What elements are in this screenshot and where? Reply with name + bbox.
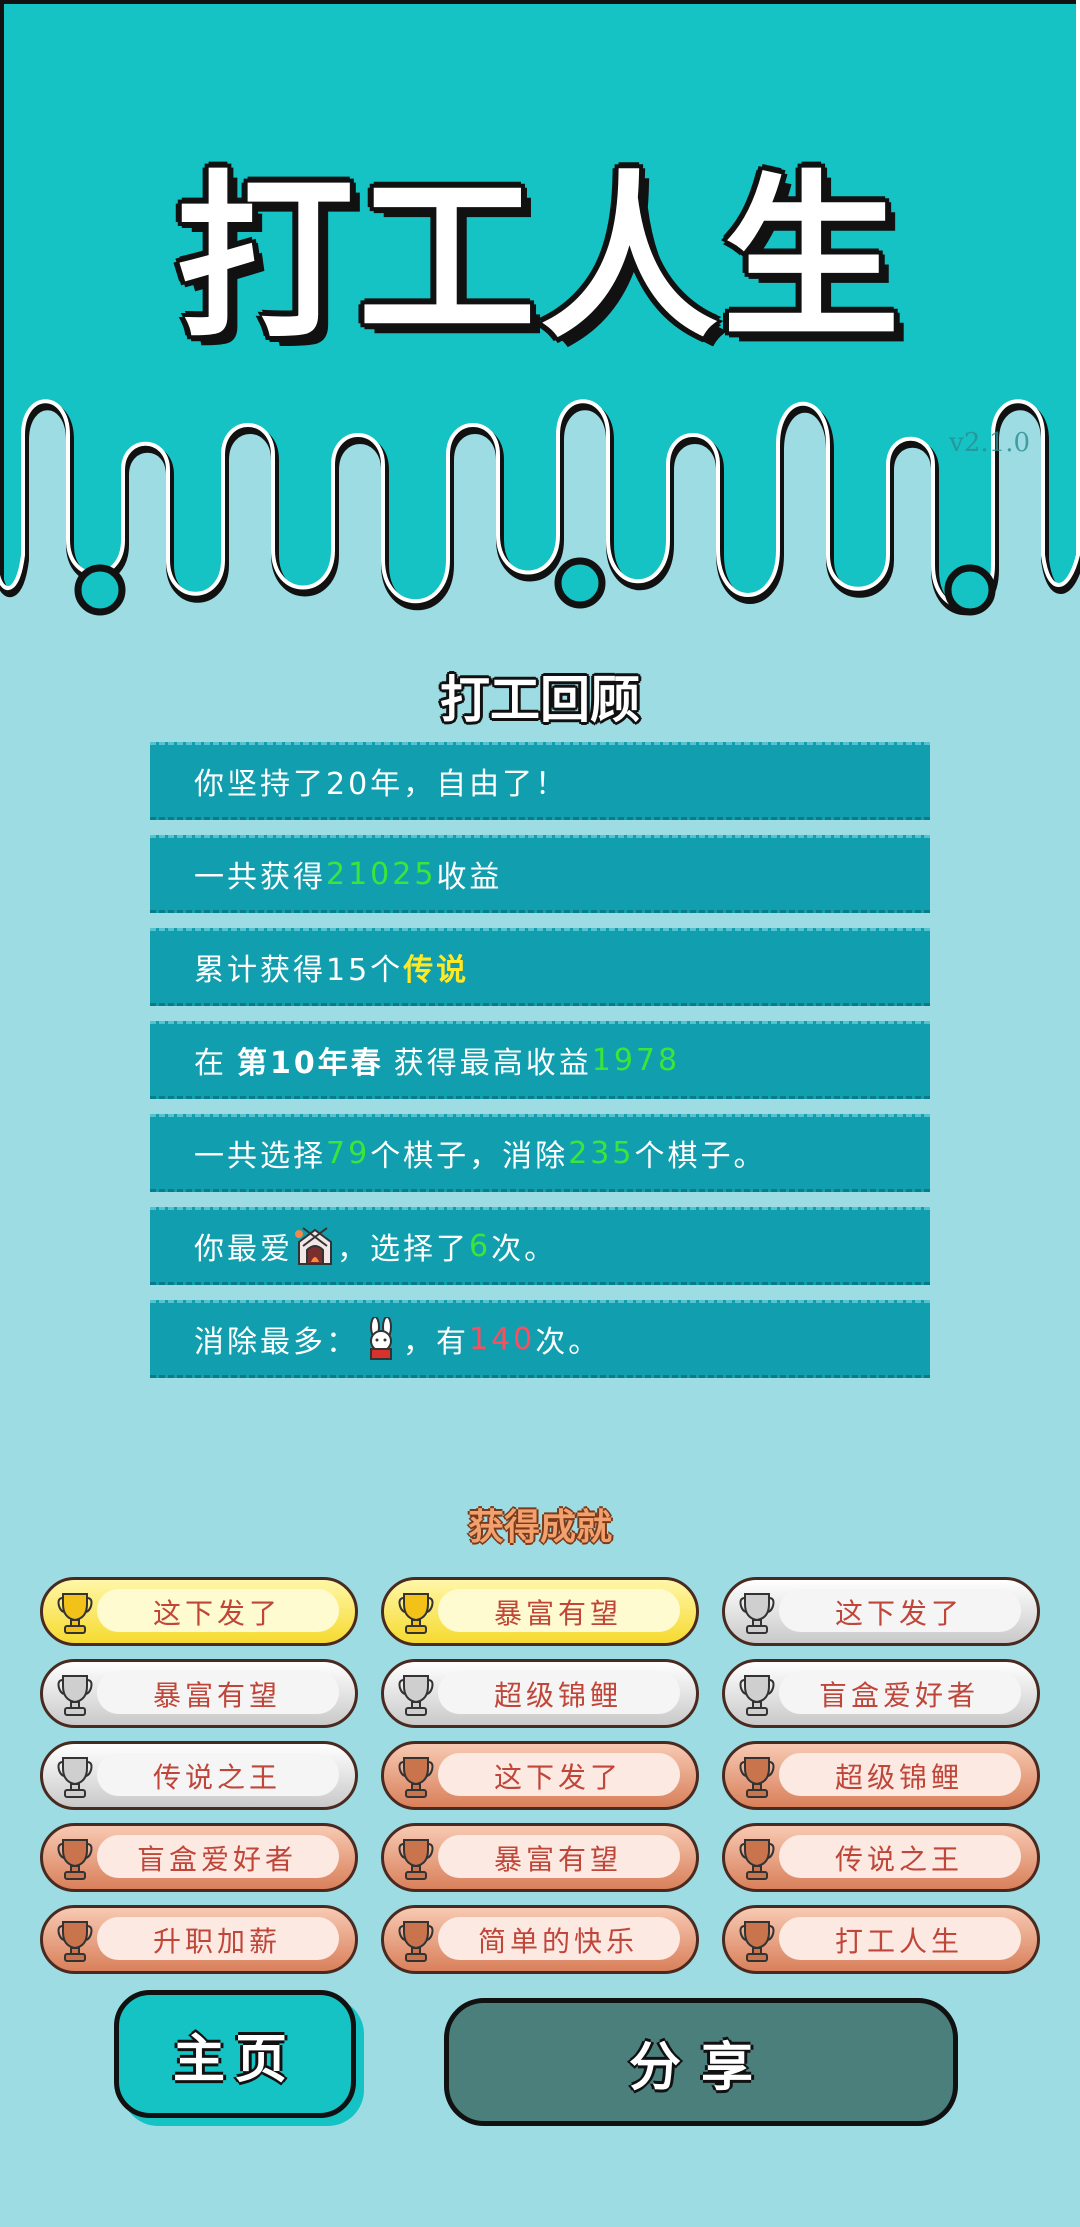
achievement-badge[interactable]: 暴富有望 [381,1577,699,1646]
trophy-icon [398,1593,434,1634]
review-row-best: 在第10年春 获得最高收益 1978 [150,1021,930,1099]
review-row-legend: 累计获得15个 传说 [150,928,930,1006]
review-row-text: 次。 [535,1325,602,1360]
home-button[interactable]: 主页 [114,1990,356,2118]
review-row-text: 消除最多： [194,1325,359,1360]
achievement-badge[interactable]: 这下发了 [40,1577,358,1646]
achievement-label: 暴富有望 [152,1678,281,1712]
achievement-badge[interactable]: 超级锦鲤 [722,1741,1040,1810]
legend-highlight: 传说 [403,953,470,988]
achievements-title: 获得成就 [467,1507,612,1548]
header: 打工人生 v2.1.0 [0,0,1080,640]
rabbit-icon [370,1317,392,1360]
trophy-icon [739,1757,775,1798]
achievement-label: 升职加薪 [152,1924,281,1958]
achievement-badge[interactable]: 打工人生 [722,1905,1040,1974]
trophy-icon [57,1675,93,1716]
achievement-label: 盲盒爱好者 [136,1842,297,1876]
achievement-badge[interactable]: 升职加薪 [40,1905,358,1974]
most-cleared-count: 140 [469,1321,536,1357]
achievement-label: 传说之王 [834,1842,963,1876]
trophy-icon [739,1675,775,1716]
review-row-text: 获得最高收益 [393,1046,592,1081]
review-title: 打工回顾 [440,671,640,729]
trophy-icon [739,1593,775,1634]
review-row-pieces: 一共选择 79 个棋子，消除 235 个棋子。 [150,1114,930,1192]
achievement-badge[interactable]: 传说之王 [40,1741,358,1810]
achievement-label: 盲盒爱好者 [818,1678,979,1712]
achievement-label: 暴富有望 [493,1842,622,1876]
review-row-most-cleared: 消除最多： ，有 140 次。 [150,1300,930,1378]
review-row-text: 一共选择 [194,1139,326,1174]
achievement-badge[interactable]: 暴富有望 [40,1659,358,1728]
trophy-icon [398,1839,434,1880]
achievement-badge[interactable]: 这下发了 [381,1741,699,1810]
achievement-label: 这下发了 [834,1596,963,1630]
review-row-text: 收益 [436,860,503,895]
cleared-count: 235 [568,1135,635,1171]
trophy-icon [739,1921,775,1962]
review-row-text: ，选择了 [337,1232,469,1267]
review-row-text: 一共获得 [194,860,326,895]
achievements-grid: 这下发了 暴富有望 这下发了 暴富有望 超级锦鲤 盲盒爱好者 传说之王 这下发了… [40,1577,1040,1974]
review-row-text: 累计获得15个 [194,953,404,988]
achievement-badge[interactable]: 超级锦鲤 [381,1659,699,1728]
review-row-text: 你最爱 [194,1232,293,1267]
achievement-badge[interactable]: 传说之王 [722,1823,1040,1892]
review-row-text: 次。 [491,1232,558,1267]
achievement-badge[interactable]: 简单的快乐 [381,1905,699,1974]
achievement-label: 这下发了 [152,1596,281,1630]
share-button[interactable]: 分享 [444,1998,958,2126]
review-row-text: 在 [194,1046,227,1081]
favorite-count: 6 [469,1228,492,1264]
trophy-icon [398,1757,434,1798]
trophy-icon [739,1839,775,1880]
review-row-income: 一共获得 21025 收益 [150,835,930,913]
income-value: 21025 [326,856,437,892]
version-label: v2.1.0 [949,428,1030,458]
review-row-text: 你坚持了20年，自由了！ [194,767,569,802]
trophy-icon [57,1839,93,1880]
achievement-badge[interactable]: 盲盒爱好者 [722,1659,1040,1728]
picked-count: 79 [326,1135,371,1171]
achievement-badge[interactable]: 这下发了 [722,1577,1040,1646]
review-row-years: 你坚持了20年，自由了！ [150,742,930,820]
review-row-text: ，有 [403,1325,469,1360]
review-row-favorite: 你最爱 ，选择了 6 次。 [150,1207,930,1285]
trophy-icon [398,1675,434,1716]
trophy-icon [57,1593,93,1634]
trophy-icon [57,1757,93,1798]
achievement-label: 简单的快乐 [477,1924,638,1958]
achievement-label: 暴富有望 [493,1596,622,1630]
achievement-label: 超级锦鲤 [834,1760,963,1794]
review-row-text: 个棋子，消除 [370,1139,569,1174]
achievement-label: 超级锦鲤 [493,1678,622,1712]
achievement-badge[interactable]: 暴富有望 [381,1823,699,1892]
review-row-text: 个棋子。 [634,1139,767,1174]
best-season: 第10年春 [237,1046,384,1081]
achievement-label: 传说之王 [152,1760,281,1794]
achievement-label: 打工人生 [834,1924,963,1958]
achievement-badge[interactable]: 盲盒爱好者 [40,1823,358,1892]
trophy-icon [398,1921,434,1962]
best-income-value: 1978 [591,1042,681,1078]
achievement-label: 这下发了 [493,1760,622,1794]
app-title: 打工人生 [176,155,904,362]
fireplace-icon [295,1227,332,1265]
review-list: 你坚持了20年，自由了！ 一共获得 21025 收益 累计获得15个 传说 在第10年… [150,742,930,1393]
trophy-icon [57,1921,93,1962]
